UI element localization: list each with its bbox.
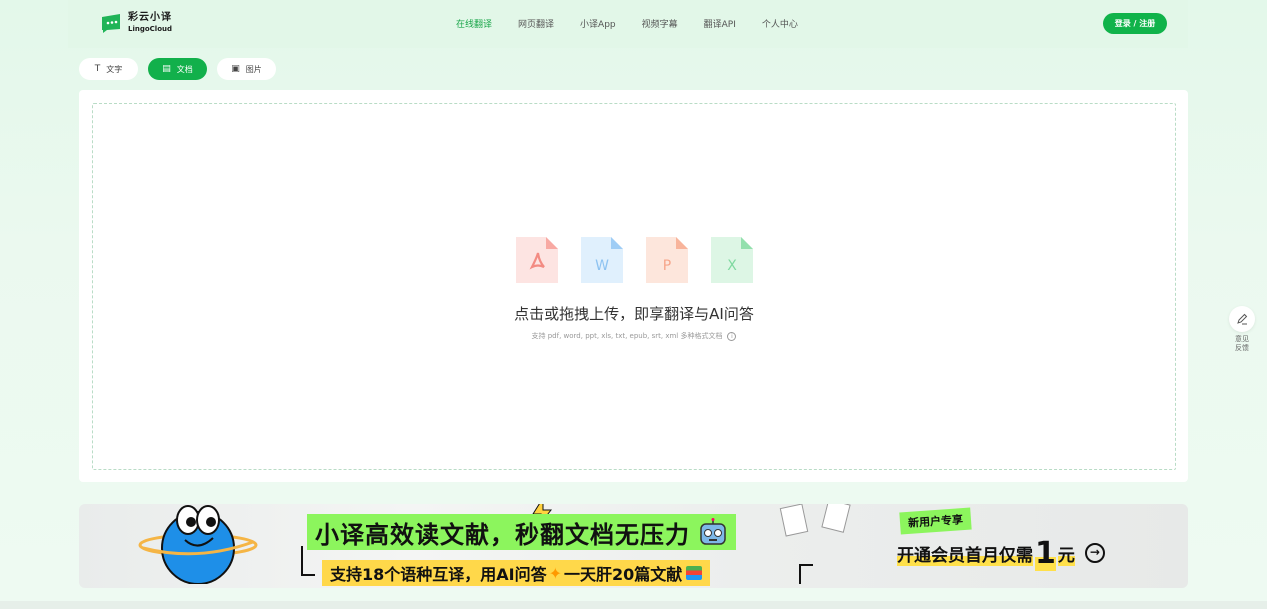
upload-formats-hint: 支持 pdf, word, ppt, xls, txt, epub, srt, … — [93, 331, 1175, 341]
ppt-icon: P — [646, 237, 688, 283]
robot-icon — [700, 518, 726, 545]
tab-document[interactable]: ▤ 文档 — [148, 58, 207, 80]
word-icon: W — [581, 237, 623, 283]
promo-banner[interactable]: 小译高效读文献，秒翻文档无压力 支持18个语种互译，用AI问答 ✦ 一天肝20篇… — [79, 504, 1188, 588]
feedback-button[interactable]: 意见反馈 — [1228, 306, 1256, 353]
tab-image[interactable]: ▣ 图片 — [217, 58, 276, 80]
supported-file-icons: W P X — [516, 237, 776, 283]
sparkle-icon: ✦ — [548, 563, 563, 583]
chat-bubble-logo-icon — [102, 14, 120, 33]
nav-online-translate[interactable]: 在线翻译 — [456, 17, 492, 30]
file-dropzone[interactable]: W P X 点击或拖拽上传，即享翻译与AI问答 支持 pdf, word, pp… — [92, 103, 1176, 470]
membership-promo: 开通会员首月仅需 1 元 → — [897, 535, 1105, 571]
top-header: 彩云小译 LingoCloud 在线翻译 网页翻译 小译App 视频字幕 翻译A… — [68, 0, 1188, 48]
pdf-icon — [516, 237, 558, 283]
svg-text:X: X — [727, 258, 737, 274]
login-register-button[interactable]: 登录 / 注册 — [1103, 13, 1167, 34]
new-user-tag: 新用户专享 — [899, 507, 972, 535]
nav-web-translate[interactable]: 网页翻译 — [518, 17, 554, 30]
brand-name-en: LingoCloud — [128, 25, 173, 33]
books-icon — [686, 566, 703, 580]
info-icon[interactable]: i — [727, 331, 737, 341]
excel-icon: X — [711, 237, 753, 283]
cartoon-planet-mascot-icon — [138, 505, 258, 584]
image-icon: ▣ — [231, 64, 240, 74]
brand-name-cn: 彩云小译 — [128, 12, 172, 23]
nav-translate-api[interactable]: 翻译API — [704, 17, 736, 30]
document-upload-panel: W P X 点击或拖拽上传，即享翻译与AI问答 支持 pdf, word, pp… — [79, 90, 1188, 482]
documents-stack-icon — [779, 504, 851, 537]
document-icon: ▤ — [162, 64, 171, 74]
translate-mode-tabs: T 文字 ▤ 文档 ▣ 图片 — [79, 58, 286, 80]
upload-title: 点击或拖拽上传，即享翻译与AI问答 — [514, 305, 754, 323]
banner-headline: 小译高效读文献，秒翻文档无压力 — [307, 514, 736, 550]
text-icon: T — [94, 64, 101, 74]
feedback-label: 意见反馈 — [1235, 335, 1249, 352]
nav-app[interactable]: 小译App — [580, 17, 616, 30]
main-nav: 在线翻译 网页翻译 小译App 视频字幕 翻译API 个人中心 — [456, 17, 824, 30]
nav-personal-center[interactable]: 个人中心 — [762, 17, 798, 30]
tab-text[interactable]: T 文字 — [79, 58, 138, 80]
pencil-icon — [1237, 313, 1248, 325]
arrow-right-circle-icon[interactable]: → — [1084, 543, 1105, 563]
banner-subline: 支持18个语种互译，用AI问答 ✦ 一天肝20篇文献 — [322, 560, 711, 586]
svg-text:P: P — [663, 258, 671, 274]
brand-logo[interactable]: 彩云小译 LingoCloud — [100, 12, 172, 34]
svg-text:W: W — [595, 258, 609, 274]
bottom-strip — [0, 601, 1267, 609]
nav-video-subtitles[interactable]: 视频字幕 — [642, 17, 678, 30]
